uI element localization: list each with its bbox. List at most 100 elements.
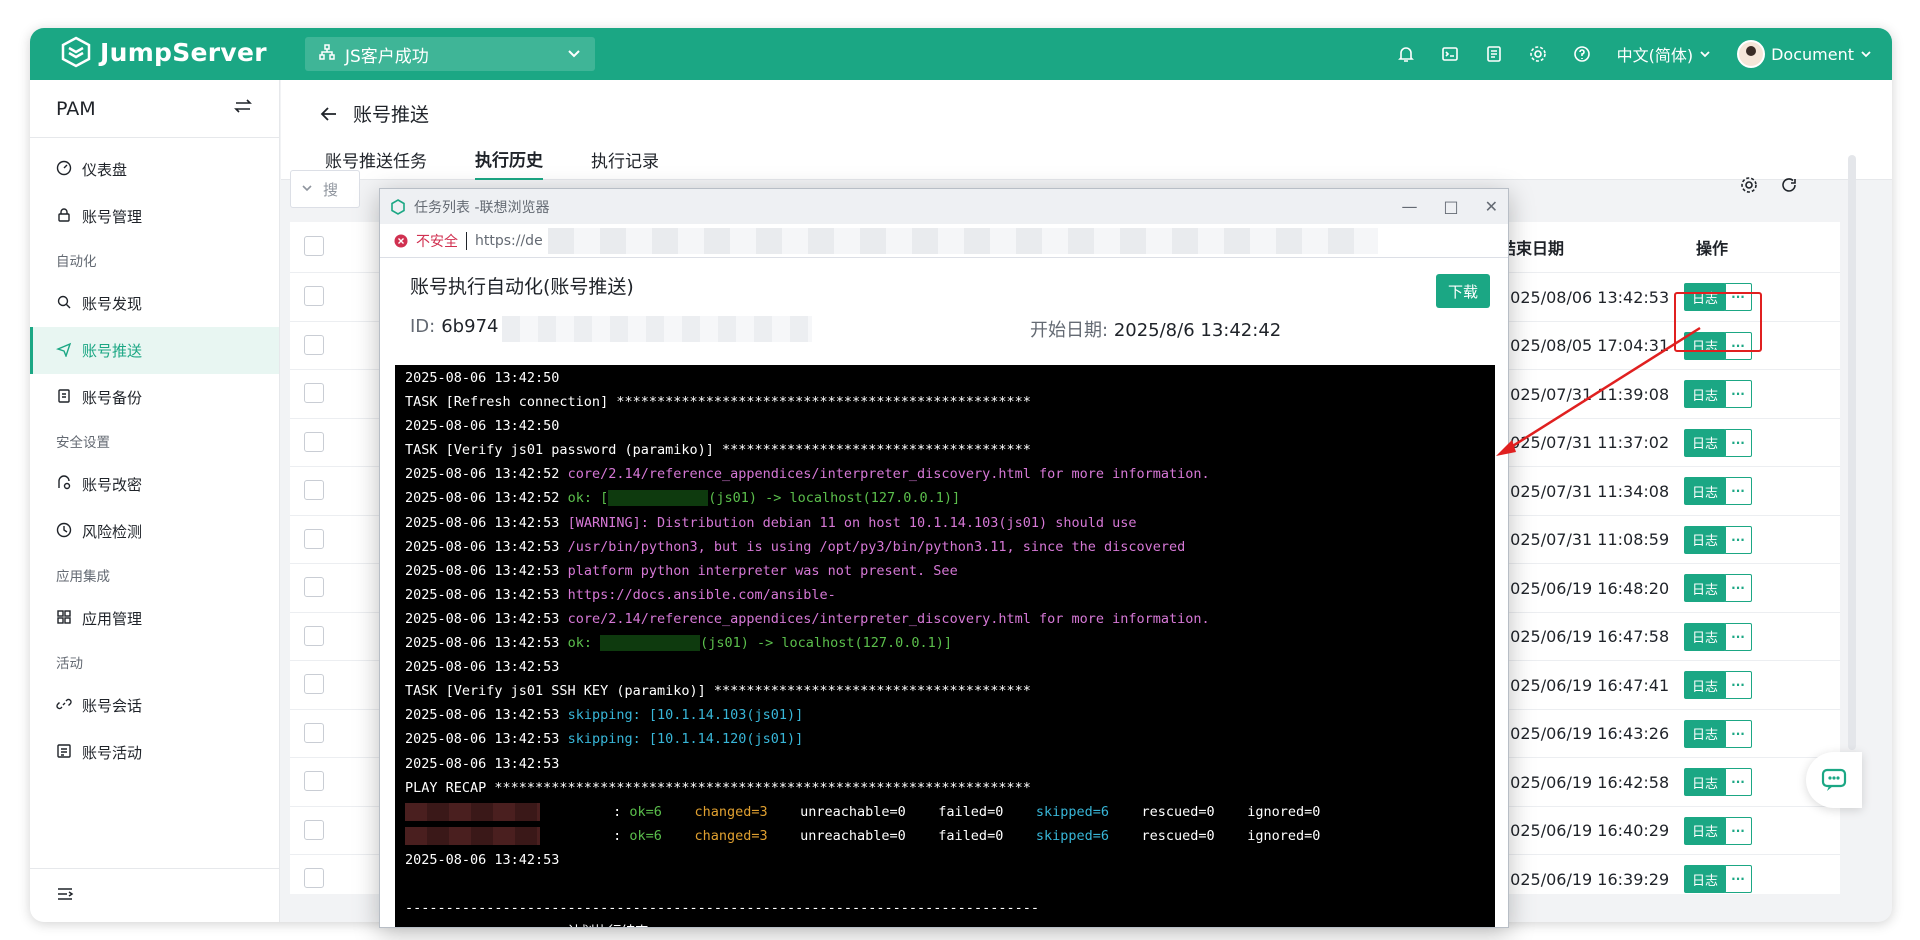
lock-icon — [56, 207, 72, 227]
settings-icon[interactable] — [1529, 45, 1547, 63]
log-button[interactable]: 日志 — [1684, 622, 1727, 651]
log-message: ok: — [567, 635, 601, 652]
end-date-cell: 2025/06/19 16:47:41 — [1500, 675, 1670, 695]
maximize-icon[interactable]: □ — [1443, 197, 1458, 216]
log-button[interactable]: 日志 — [1684, 574, 1727, 602]
sidebar-item-accounts[interactable]: 账号管理 — [30, 193, 279, 240]
log-button[interactable]: 日志 — [1684, 719, 1727, 748]
chevron-down-icon — [301, 180, 313, 198]
address-bar[interactable]: 不安全 https://de — [380, 224, 1508, 258]
page-header: 账号推送 账号推送任务 执行历史 执行记录 — [281, 80, 1892, 180]
switch-view-icon[interactable] — [233, 96, 253, 121]
ticket-icon[interactable] — [1485, 45, 1503, 63]
more-button[interactable]: ··· — [1724, 428, 1752, 457]
end-date-cell: 2025/07/31 11:39:08 — [1500, 384, 1670, 404]
log-button[interactable]: 日志 — [1684, 768, 1727, 796]
language-selector[interactable]: 中文(简体) — [1617, 42, 1712, 66]
row-checkbox[interactable] — [304, 431, 324, 452]
row-checkbox[interactable] — [304, 480, 324, 500]
more-button[interactable]: ··· — [1724, 622, 1752, 651]
redacted-id — [502, 316, 813, 342]
log-terminal[interactable]: 2025-08-06 13:42:50 TASK [Refresh connect… — [395, 365, 1495, 927]
log-line: 2025-08-06 13:42:53 — [395, 752, 1495, 776]
row-checkbox[interactable] — [304, 383, 324, 403]
sidebar-item-dashboard[interactable]: 仪表盘 — [30, 146, 279, 193]
top-navbar: JumpServer JS客户成功 中文(简体) Document — [30, 28, 1892, 80]
tab-history[interactable]: 执行历史 — [475, 138, 543, 180]
sidebar-item-discovery[interactable]: 账号发现 — [30, 280, 279, 327]
chat-button[interactable] — [1806, 752, 1862, 808]
sidebar-collapse[interactable] — [30, 868, 279, 922]
sidebar-group-activity: 活动 — [56, 656, 83, 672]
log-button[interactable]: 日志 — [1684, 380, 1727, 408]
sidebar-item-sessions[interactable]: 账号会话 — [30, 682, 279, 729]
user-menu[interactable]: Document — [1737, 40, 1872, 68]
settings-icon[interactable] — [1740, 176, 1758, 198]
sidebar-item-label: 账号会话 — [82, 697, 143, 715]
scrollbar[interactable] — [1848, 155, 1856, 750]
log-line: 2025-08-06 13:42:52 core/2.14/reference_… — [395, 462, 1495, 486]
row-checkbox[interactable] — [304, 868, 324, 888]
sidebar-item-apps[interactable]: 应用管理 — [30, 595, 279, 642]
log-message: /usr/bin/python3, but is using /opt/py3/… — [567, 538, 1186, 555]
row-checkbox[interactable] — [304, 286, 324, 306]
search-placeholder: 搜 — [323, 180, 339, 199]
more-button[interactable]: ··· — [1724, 671, 1752, 699]
help-icon[interactable] — [1573, 45, 1591, 63]
brand-logo[interactable]: JumpServer — [60, 36, 267, 68]
more-button[interactable]: ··· — [1724, 768, 1752, 796]
row-checkbox[interactable] — [304, 334, 324, 355]
more-button[interactable]: ··· — [1724, 477, 1752, 505]
sidebar-item-label: 账号备份 — [82, 389, 143, 407]
download-button[interactable]: 下载 — [1436, 274, 1491, 308]
sidebar-item-activity[interactable]: 账号活动 — [30, 729, 279, 776]
more-button[interactable]: ··· — [1724, 574, 1752, 602]
row-checkbox[interactable] — [304, 528, 324, 549]
log-button[interactable]: 日志 — [1684, 477, 1727, 505]
close-icon[interactable]: ✕ — [1485, 197, 1498, 216]
log-button[interactable]: 日志 — [1684, 525, 1727, 554]
more-button[interactable]: ··· — [1724, 719, 1752, 748]
sidebar-item-label: 账号活动 — [82, 744, 143, 762]
more-button[interactable]: ··· — [1724, 816, 1752, 845]
top-actions: 中文(简体) Document — [1397, 28, 1872, 80]
minimize-icon[interactable]: — — [1401, 197, 1417, 216]
recap-ignored: ignored=0 — [1247, 827, 1321, 844]
page-title: 账号推送 — [353, 104, 430, 126]
row-checkbox[interactable] — [304, 674, 324, 694]
sidebar-item-risk[interactable]: 风险检测 — [30, 508, 279, 555]
row-checkbox[interactable] — [304, 722, 324, 743]
log-button[interactable]: 日志 — [1684, 865, 1727, 893]
tab-records[interactable]: 执行记录 — [591, 138, 659, 180]
sidebar-item-push[interactable]: 账号推送 — [30, 327, 279, 374]
terminal-icon[interactable] — [1441, 45, 1459, 63]
row-checkbox[interactable] — [304, 577, 324, 597]
jumpserver-logo-icon — [61, 36, 91, 68]
start-label: 开始日期: — [1030, 320, 1109, 341]
log-button[interactable]: 日志 — [1684, 816, 1727, 845]
more-button[interactable]: ··· — [1724, 525, 1752, 554]
recap-ok: ok=6 — [629, 803, 662, 820]
log-line: ----------------------------------------… — [395, 896, 1495, 920]
sidebar-item-change-secret[interactable]: 账号改密 — [30, 461, 279, 508]
more-button[interactable]: ··· — [1724, 380, 1752, 408]
row-checkbox[interactable] — [304, 819, 324, 840]
bell-icon[interactable] — [1397, 45, 1415, 63]
select-all-checkbox[interactable] — [304, 236, 324, 256]
row-checkbox[interactable] — [304, 625, 324, 646]
refresh-icon[interactable] — [1780, 176, 1798, 198]
back-link[interactable]: 账号推送 — [319, 100, 429, 127]
sidebar-item-backup[interactable]: 账号备份 — [30, 374, 279, 421]
log-button[interactable]: 日志 — [1684, 671, 1727, 699]
row-checkbox[interactable] — [304, 771, 324, 791]
org-selector[interactable]: JS客户成功 — [305, 37, 595, 71]
log-line: 2025-08-06 13:42:52 ok: [(js01) -> local… — [395, 486, 1495, 510]
search-input[interactable]: 搜 — [290, 170, 360, 208]
log-button[interactable]: 日志 — [1684, 428, 1727, 457]
chat-icon — [1821, 768, 1847, 791]
more-button[interactable]: ··· — [1724, 865, 1752, 893]
